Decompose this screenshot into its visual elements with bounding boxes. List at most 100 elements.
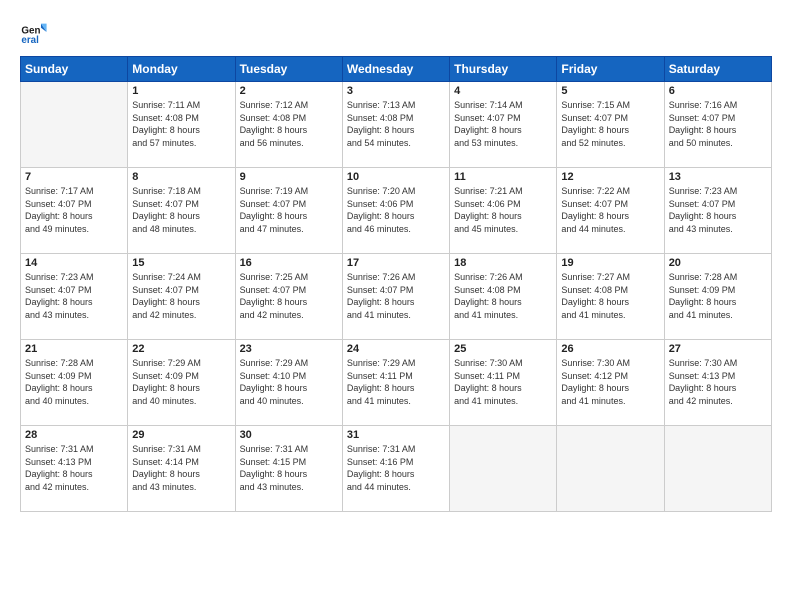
logo-icon: Gen eral — [20, 18, 48, 46]
logo: Gen eral — [20, 18, 52, 46]
day-cell: 31 Sunrise: 7:31 AMSunset: 4:16 PMDayligh… — [342, 426, 449, 512]
day-cell — [664, 426, 771, 512]
day-cell: 23 Sunrise: 7:29 AMSunset: 4:10 PMDayligh… — [235, 340, 342, 426]
day-cell: 11Sunrise: 7:21 AMSunset: 4:06 PMDayligh… — [450, 168, 557, 254]
calendar-header-row: SundayMondayTuesdayWednesdayThursdayFrid… — [21, 57, 772, 82]
day-cell: 15 Sunrise: 7:24 AMSunset: 4:07 PMDayligh… — [128, 254, 235, 340]
svg-text:eral: eral — [21, 35, 39, 46]
day-number: 27 — [669, 343, 767, 355]
col-header-monday: Monday — [128, 57, 235, 82]
day-number: 22 — [132, 343, 230, 355]
day-cell: 21 Sunrise: 7:28 AMSunset: 4:09 PMDayligh… — [21, 340, 128, 426]
day-number: 23 — [240, 343, 338, 355]
week-row-5: 28 Sunrise: 7:31 AMSunset: 4:13 PMDayligh… — [21, 426, 772, 512]
day-cell: 17Sunrise: 7:26 AMSunset: 4:07 PMDayligh… — [342, 254, 449, 340]
day-cell: 18Sunrise: 7:26 AMSunset: 4:08 PMDayligh… — [450, 254, 557, 340]
day-number: 2 — [240, 85, 338, 97]
week-row-1: 1 Sunrise: 7:11 AMSunset: 4:08 PMDaylight… — [21, 82, 772, 168]
day-cell: 9Sunrise: 7:19 AMSunset: 4:07 PMDaylight… — [235, 168, 342, 254]
day-info: Sunrise: 7:28 AMSunset: 4:09 PMDaylight:… — [669, 271, 767, 321]
day-cell: 27 Sunrise: 7:30 AMSunset: 4:13 PMDayligh… — [664, 340, 771, 426]
day-info: Sunrise: 7:13 AMSunset: 4:08 PMDaylight:… — [347, 99, 445, 149]
day-cell: 25Sunrise: 7:30 AMSunset: 4:11 PMDayligh… — [450, 340, 557, 426]
day-number: 4 — [454, 85, 552, 97]
day-number: 11 — [454, 171, 552, 183]
day-cell: 22 Sunrise: 7:29 AMSunset: 4:09 PMDayligh… — [128, 340, 235, 426]
day-info: Sunrise: 7:31 AMSunset: 4:16 PMDaylight:… — [347, 443, 445, 493]
day-cell: 20 Sunrise: 7:28 AMSunset: 4:09 PMDayligh… — [664, 254, 771, 340]
day-cell: 4 Sunrise: 7:14 AMSunset: 4:07 PMDaylight… — [450, 82, 557, 168]
day-info: Sunrise: 7:30 AMSunset: 4:11 PMDaylight:… — [454, 357, 552, 407]
day-info: Sunrise: 7:26 AMSunset: 4:08 PMDaylight:… — [454, 271, 552, 321]
day-number: 20 — [669, 257, 767, 269]
calendar-table: SundayMondayTuesdayWednesdayThursdayFrid… — [20, 56, 772, 512]
day-cell — [450, 426, 557, 512]
day-info: Sunrise: 7:14 AMSunset: 4:07 PMDaylight:… — [454, 99, 552, 149]
day-number: 30 — [240, 429, 338, 441]
day-cell: 7 Sunrise: 7:17 AMSunset: 4:07 PMDaylight… — [21, 168, 128, 254]
col-header-tuesday: Tuesday — [235, 57, 342, 82]
day-cell: 30 Sunrise: 7:31 AMSunset: 4:15 PMDayligh… — [235, 426, 342, 512]
day-cell — [557, 426, 664, 512]
day-info: Sunrise: 7:23 AMSunset: 4:07 PMDaylight:… — [669, 185, 767, 235]
day-info: Sunrise: 7:11 AMSunset: 4:08 PMDaylight:… — [132, 99, 230, 149]
day-number: 3 — [347, 85, 445, 97]
day-cell: 10Sunrise: 7:20 AMSunset: 4:06 PMDayligh… — [342, 168, 449, 254]
day-number: 6 — [669, 85, 767, 97]
col-header-saturday: Saturday — [664, 57, 771, 82]
day-number: 31 — [347, 429, 445, 441]
day-number: 12 — [561, 171, 659, 183]
col-header-sunday: Sunday — [21, 57, 128, 82]
day-info: Sunrise: 7:31 AMSunset: 4:15 PMDaylight:… — [240, 443, 338, 493]
day-info: Sunrise: 7:17 AMSunset: 4:07 PMDaylight:… — [25, 185, 123, 235]
day-info: Sunrise: 7:23 AMSunset: 4:07 PMDaylight:… — [25, 271, 123, 321]
day-info: Sunrise: 7:20 AMSunset: 4:06 PMDaylight:… — [347, 185, 445, 235]
day-info: Sunrise: 7:18 AMSunset: 4:07 PMDaylight:… — [132, 185, 230, 235]
week-row-4: 21 Sunrise: 7:28 AMSunset: 4:09 PMDayligh… — [21, 340, 772, 426]
day-cell: 6Sunrise: 7:16 AMSunset: 4:07 PMDaylight… — [664, 82, 771, 168]
day-info: Sunrise: 7:30 AMSunset: 4:13 PMDaylight:… — [669, 357, 767, 407]
day-info: Sunrise: 7:15 AMSunset: 4:07 PMDaylight:… — [561, 99, 659, 149]
day-info: Sunrise: 7:29 AMSunset: 4:11 PMDaylight:… — [347, 357, 445, 407]
col-header-friday: Friday — [557, 57, 664, 82]
day-cell — [21, 82, 128, 168]
day-number: 19 — [561, 257, 659, 269]
day-info: Sunrise: 7:24 AMSunset: 4:07 PMDaylight:… — [132, 271, 230, 321]
week-row-2: 7 Sunrise: 7:17 AMSunset: 4:07 PMDaylight… — [21, 168, 772, 254]
day-number: 29 — [132, 429, 230, 441]
day-number: 13 — [669, 171, 767, 183]
day-number: 17 — [347, 257, 445, 269]
day-cell: 3 Sunrise: 7:13 AMSunset: 4:08 PMDaylight… — [342, 82, 449, 168]
day-number: 9 — [240, 171, 338, 183]
day-cell: 29Sunrise: 7:31 AMSunset: 4:14 PMDayligh… — [128, 426, 235, 512]
day-info: Sunrise: 7:29 AMSunset: 4:10 PMDaylight:… — [240, 357, 338, 407]
day-cell: 5 Sunrise: 7:15 AMSunset: 4:07 PMDaylight… — [557, 82, 664, 168]
day-info: Sunrise: 7:28 AMSunset: 4:09 PMDaylight:… — [25, 357, 123, 407]
day-number: 21 — [25, 343, 123, 355]
page-header: Gen eral — [20, 18, 772, 46]
col-header-thursday: Thursday — [450, 57, 557, 82]
day-cell: 13 Sunrise: 7:23 AMSunset: 4:07 PMDayligh… — [664, 168, 771, 254]
day-cell: 1 Sunrise: 7:11 AMSunset: 4:08 PMDaylight… — [128, 82, 235, 168]
day-number: 28 — [25, 429, 123, 441]
day-info: Sunrise: 7:12 AMSunset: 4:08 PMDaylight:… — [240, 99, 338, 149]
day-cell: 28 Sunrise: 7:31 AMSunset: 4:13 PMDayligh… — [21, 426, 128, 512]
day-info: Sunrise: 7:30 AMSunset: 4:12 PMDaylight:… — [561, 357, 659, 407]
day-cell: 2 Sunrise: 7:12 AMSunset: 4:08 PMDaylight… — [235, 82, 342, 168]
day-number: 5 — [561, 85, 659, 97]
day-number: 1 — [132, 85, 230, 97]
day-cell: 24 Sunrise: 7:29 AMSunset: 4:11 PMDayligh… — [342, 340, 449, 426]
day-number: 15 — [132, 257, 230, 269]
col-header-wednesday: Wednesday — [342, 57, 449, 82]
day-number: 14 — [25, 257, 123, 269]
day-info: Sunrise: 7:31 AMSunset: 4:13 PMDaylight:… — [25, 443, 123, 493]
day-number: 8 — [132, 171, 230, 183]
day-info: Sunrise: 7:25 AMSunset: 4:07 PMDaylight:… — [240, 271, 338, 321]
day-cell: 26Sunrise: 7:30 AMSunset: 4:12 PMDayligh… — [557, 340, 664, 426]
day-cell: 16 Sunrise: 7:25 AMSunset: 4:07 PMDayligh… — [235, 254, 342, 340]
day-cell: 19Sunrise: 7:27 AMSunset: 4:08 PMDayligh… — [557, 254, 664, 340]
day-info: Sunrise: 7:29 AMSunset: 4:09 PMDaylight:… — [132, 357, 230, 407]
day-number: 16 — [240, 257, 338, 269]
day-number: 24 — [347, 343, 445, 355]
day-number: 7 — [25, 171, 123, 183]
